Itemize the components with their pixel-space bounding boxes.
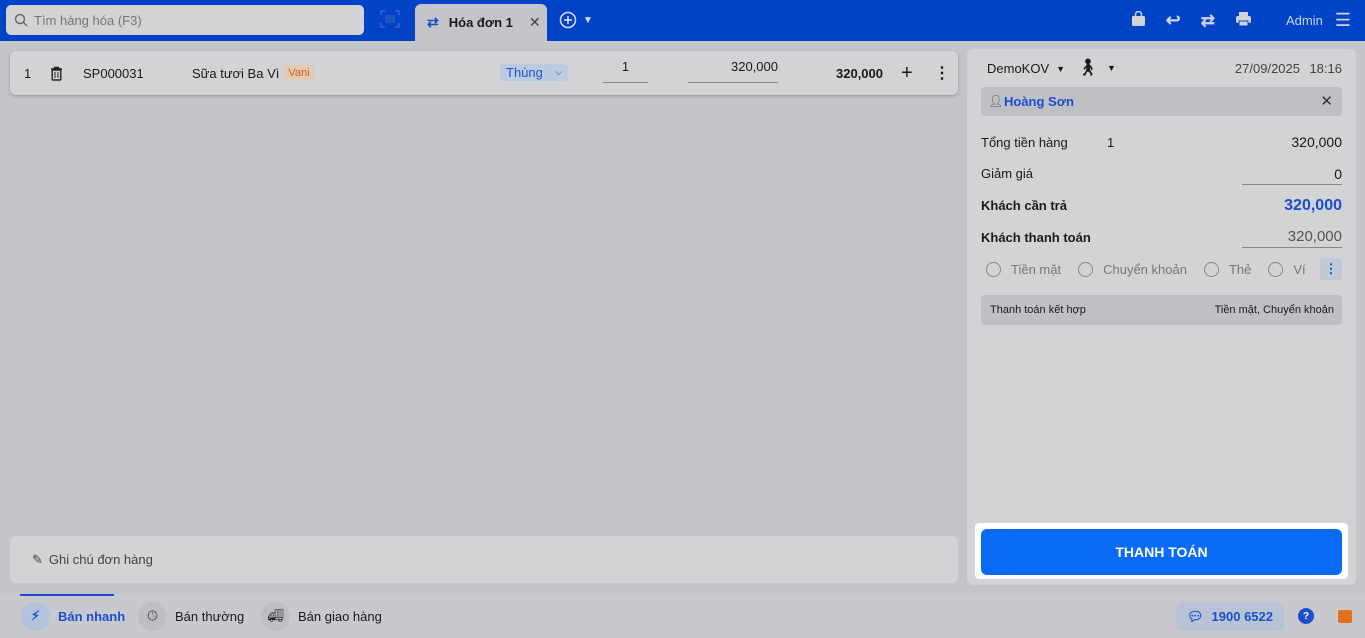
- discount-label: Giảm giá: [981, 166, 1034, 181]
- order-note-input[interactable]: ✎ Ghi chú đơn hàng: [10, 536, 958, 583]
- due-value: 320,000: [1284, 197, 1342, 214]
- product-code: SP000031: [83, 65, 144, 81]
- combo-label: Thanh toán kết hợp: [990, 304, 1086, 316]
- trash-icon[interactable]: [50, 51, 63, 95]
- method-transfer[interactable]: Chuyển khoản: [1103, 262, 1187, 277]
- customer-name[interactable]: Hoàng Sơn: [1004, 94, 1074, 109]
- discount-input[interactable]: 0: [1242, 166, 1342, 185]
- swap-icon: ⇄: [427, 14, 439, 30]
- mode-quick-sale[interactable]: ⚡︎ Bán nhanh: [21, 594, 125, 638]
- more-vertical-icon[interactable]: ⋮: [934, 51, 950, 95]
- plus-circle-icon: [559, 11, 577, 29]
- top-bar: Tìm hàng hóa (F3) ⇄ Hóa đơn 1 ✕ ▼ ↩ ⇄ Ad…: [0, 0, 1365, 41]
- hotline-button[interactable]: 💬︎ 1900 6522: [1176, 602, 1284, 631]
- pay-highlight: THANH TOÁN: [975, 523, 1348, 579]
- menu-icon[interactable]: ☰: [1335, 10, 1351, 31]
- line-total: 320,000: [836, 65, 883, 81]
- unit-value: Thùng: [506, 65, 543, 80]
- pencil-icon: ✎: [32, 551, 43, 567]
- help-icon: ?: [1298, 608, 1314, 624]
- pay-button[interactable]: THANH TOÁN: [981, 529, 1342, 575]
- sync-icon[interactable]: ⇄: [1201, 11, 1215, 31]
- chat-icon: 💬︎: [1187, 608, 1204, 624]
- customer-chip[interactable]: 👤︎ Hoàng Sơn ✕: [981, 87, 1342, 116]
- mode-delivery-sale[interactable]: 🚚︎ Bán giao hàng: [261, 594, 382, 638]
- method-card[interactable]: Thẻ: [1229, 262, 1251, 277]
- time: 18:16: [1309, 61, 1342, 76]
- print-icon[interactable]: [1235, 11, 1252, 30]
- clock-icon: 🕓︎: [138, 601, 167, 631]
- undo-icon[interactable]: ↩: [1166, 10, 1181, 31]
- caret-down-icon: ▼: [1056, 63, 1066, 74]
- combo-value: Tiền mặt, Chuyển khoản: [1214, 304, 1334, 316]
- product-name-wrap: Sữa tươi Ba Vì Vani: [192, 51, 314, 95]
- branch-name: DemoKOV: [987, 61, 1050, 76]
- product-name: Sữa tươi Ba Vì: [192, 65, 280, 81]
- paid-label: Khách thanh toán: [981, 230, 1091, 245]
- add-tab-button[interactable]: ▼: [559, 11, 593, 29]
- caret-down-icon: ▼: [583, 14, 593, 26]
- method-cash[interactable]: Tiền mặt: [1011, 262, 1061, 277]
- barcode-scan-icon[interactable]: [380, 10, 400, 31]
- feedback-button[interactable]: [1338, 594, 1352, 638]
- combined-payment[interactable]: Thanh toán kết hợp Tiền mặt, Chuyển khoả…: [981, 295, 1342, 325]
- method-wallet[interactable]: Ví: [1293, 262, 1305, 277]
- total-value: 320,000: [1291, 134, 1342, 150]
- mode-label: Bán giao hàng: [298, 608, 382, 624]
- order-line: 1 SP000031 Sữa tươi Ba Vì Vani Thùng ⌵ 1 3…: [10, 51, 958, 95]
- price-input[interactable]: 320,000: [688, 51, 778, 83]
- due-label: Khách cần trả: [981, 198, 1067, 213]
- total-count: 1: [1107, 135, 1115, 150]
- tab-label: Hóa đơn 1: [448, 15, 513, 30]
- payment-methods: Tiền mặt Chuyển khoản Thẻ Ví: [986, 262, 1306, 277]
- radio-card[interactable]: [1203, 262, 1219, 277]
- caret-down-icon[interactable]: ▼: [1107, 63, 1116, 73]
- branch-select[interactable]: DemoKOV ▼: [987, 61, 1065, 76]
- truck-icon: 🚚︎: [261, 601, 290, 631]
- walking-icon[interactable]: 🚶︎: [1077, 58, 1099, 78]
- search-placeholder: Tìm hàng hóa (F3): [34, 12, 142, 28]
- lightning-icon: ⚡︎: [21, 601, 50, 631]
- chevron-down-icon: ⌵: [554, 67, 563, 78]
- bag-icon[interactable]: [1131, 10, 1146, 30]
- search-icon: [14, 13, 28, 27]
- help-button[interactable]: ?: [1298, 594, 1314, 638]
- date: 27/09/2025: [1234, 61, 1300, 76]
- search-input[interactable]: Tìm hàng hóa (F3): [6, 5, 364, 35]
- line-index: 1: [24, 65, 32, 81]
- paid-input[interactable]: 320,000: [1242, 228, 1342, 248]
- mode-label: Bán thường: [175, 608, 245, 624]
- radio-cash[interactable]: [986, 262, 1001, 277]
- more-methods-icon[interactable]: ⋮: [1320, 258, 1342, 280]
- total-label: Tổng tiền hàng: [981, 135, 1068, 150]
- radio-wallet[interactable]: [1268, 262, 1284, 277]
- bottom-bar: ⚡︎ Bán nhanh 🕓︎ Bán thường 🚚︎ Bán giao hàng…: [0, 594, 1365, 638]
- mode-label: Bán nhanh: [58, 608, 126, 624]
- user-icon: 👤︎: [988, 94, 1004, 108]
- user-name[interactable]: Admin: [1286, 13, 1323, 28]
- feedback-icon: [1338, 609, 1352, 623]
- tab-invoice-1[interactable]: ⇄ Hóa đơn 1 ✕: [415, 4, 547, 41]
- hotline-number: 1900 6522: [1211, 609, 1273, 624]
- remove-customer-icon[interactable]: ✕: [1320, 92, 1333, 110]
- checkout-panel: DemoKOV ▼ 🚶︎ ▼ 27/09/2025 18:16 👤︎ Hoàng …: [967, 49, 1356, 585]
- unit-select[interactable]: Thùng ⌵: [500, 64, 569, 81]
- quantity-input[interactable]: 1: [603, 51, 648, 83]
- close-tab-icon[interactable]: ✕: [529, 14, 541, 31]
- mode-normal-sale[interactable]: 🕓︎ Bán thường: [138, 594, 244, 638]
- note-placeholder: Ghi chú đơn hàng: [48, 552, 153, 567]
- variant-badge: Vani: [284, 65, 314, 81]
- plus-icon[interactable]: +: [901, 51, 913, 95]
- radio-transfer[interactable]: [1078, 262, 1094, 277]
